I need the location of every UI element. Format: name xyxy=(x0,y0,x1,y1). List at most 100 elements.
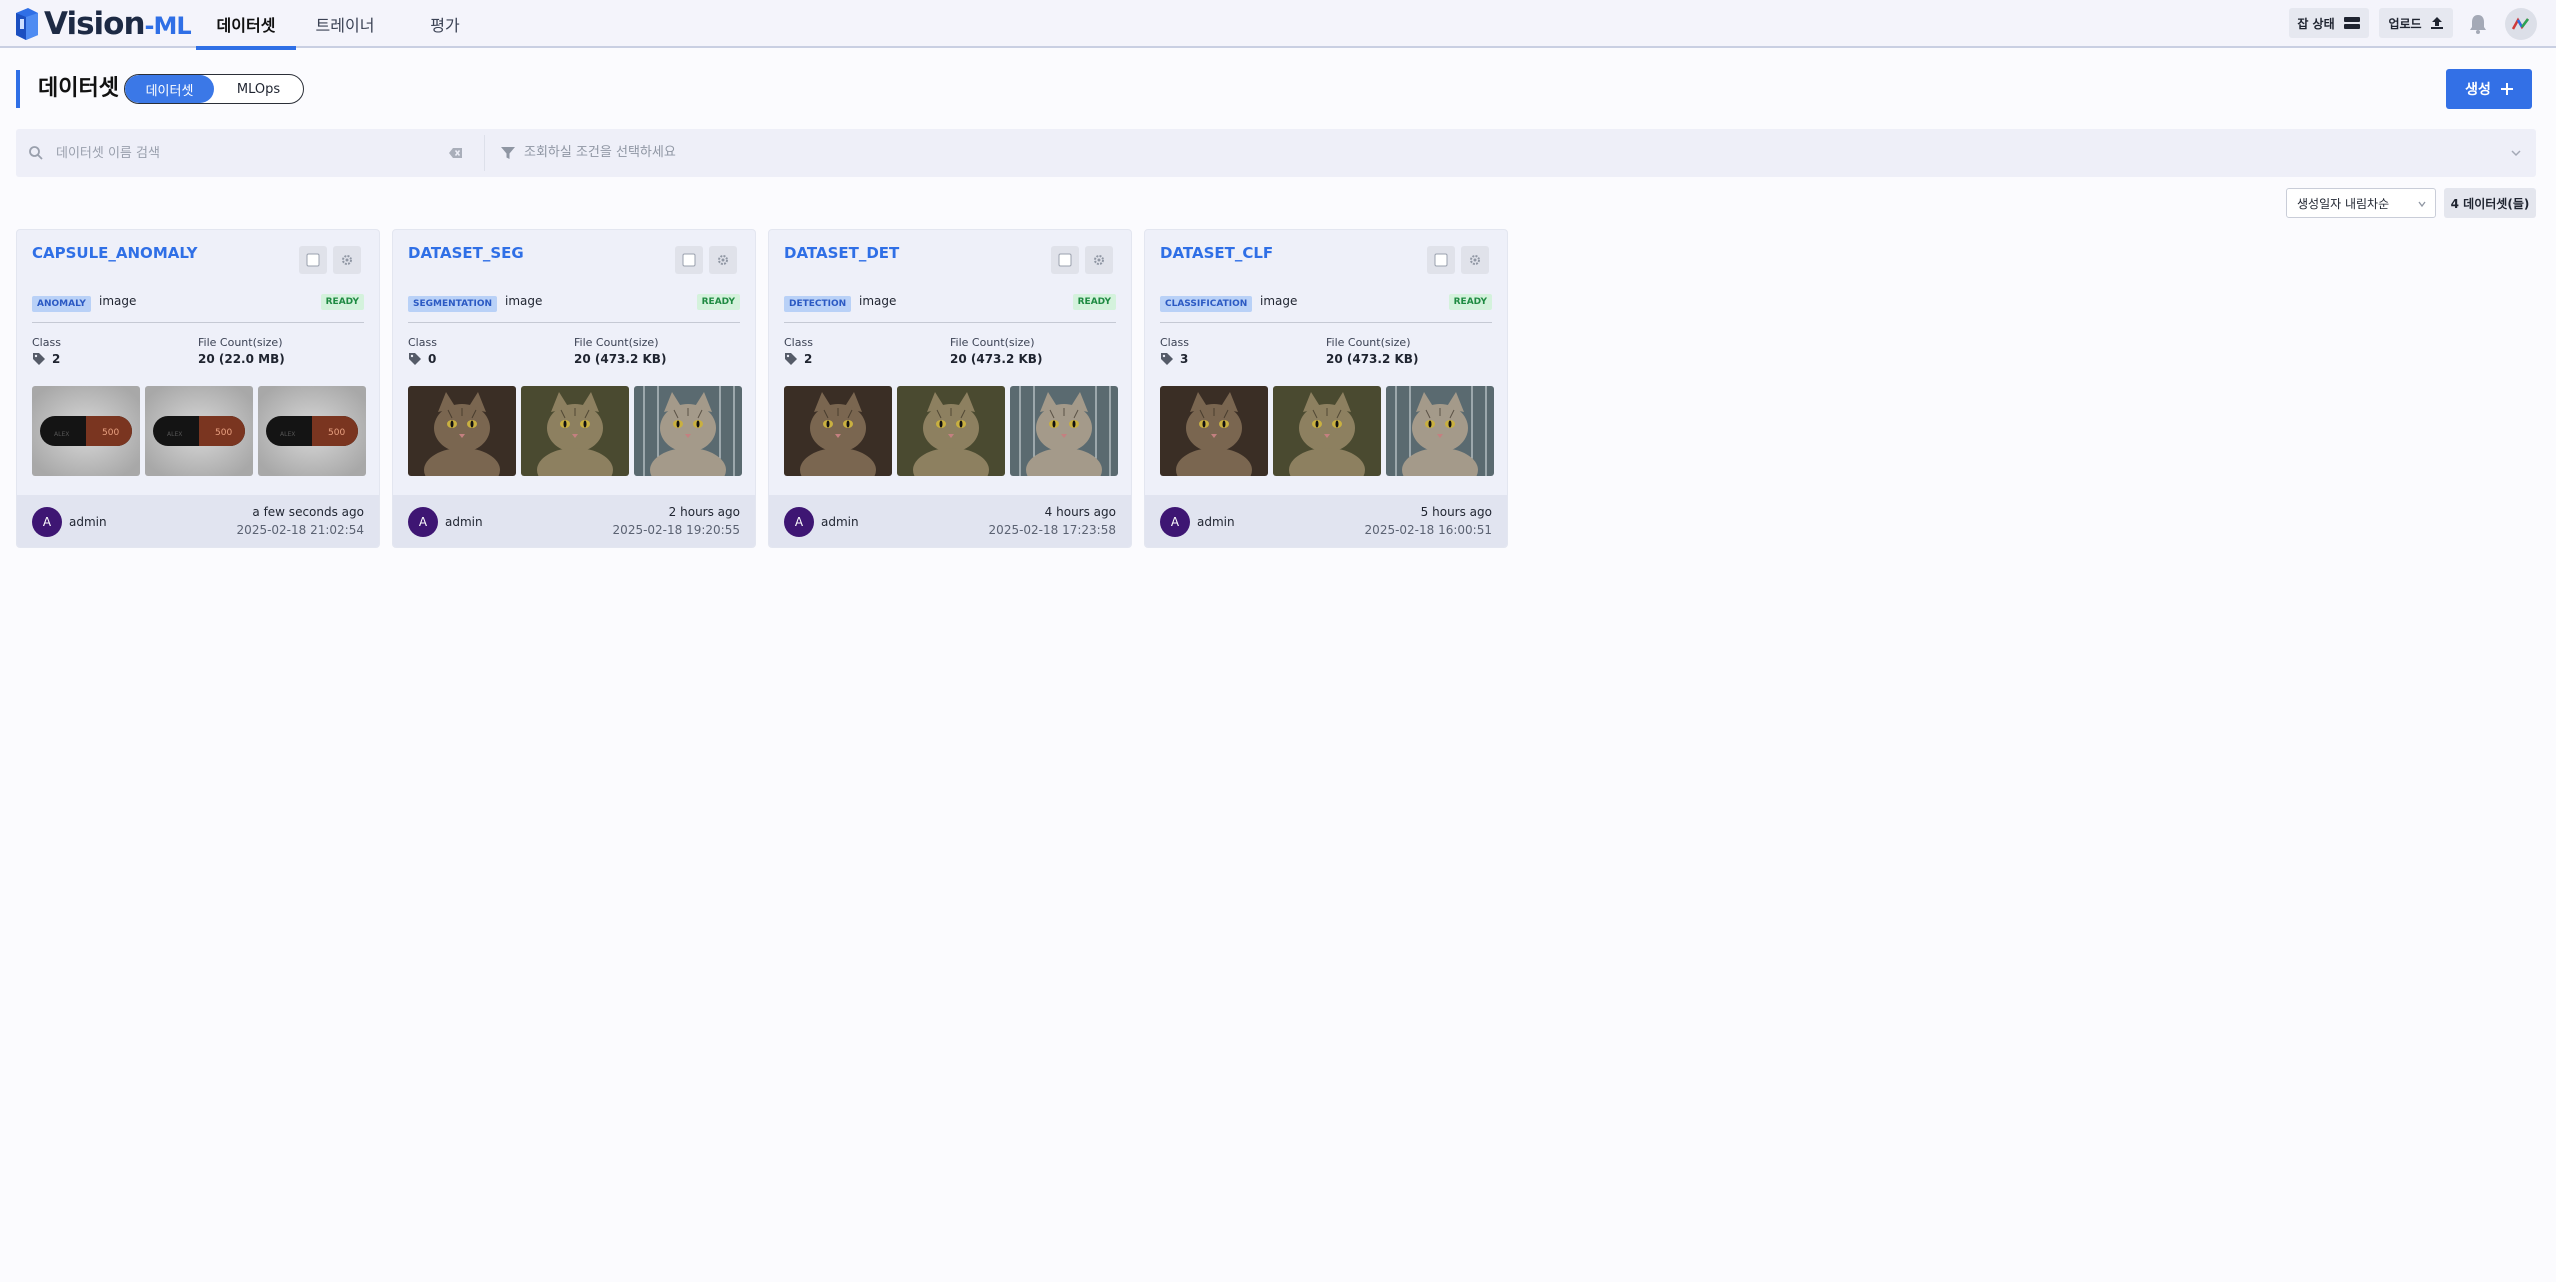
select-checkbox[interactable] xyxy=(1051,246,1079,274)
class-count-value: 3 xyxy=(1180,352,1189,366)
cat-thumbnail[interactable] xyxy=(408,386,516,476)
class-label: Class xyxy=(32,336,61,349)
plus-icon xyxy=(2500,83,2513,95)
card-divider xyxy=(408,322,740,323)
card-divider xyxy=(784,322,1116,323)
modality-label: image xyxy=(505,294,543,308)
nav-tab-evaluation[interactable]: 평가 xyxy=(410,0,480,48)
dataset-title[interactable]: CAPSULE_ANOMALY xyxy=(32,244,197,262)
dataset-card[interactable]: CAPSULE_ANOMALY ANOMALY image READY Clas… xyxy=(16,229,380,548)
create-button[interactable]: 생성 xyxy=(2446,69,2532,109)
dataset-title[interactable]: DATASET_SEG xyxy=(408,244,524,262)
task-type-badge: SEGMENTATION xyxy=(408,296,498,312)
relative-time: 4 hours ago xyxy=(1044,505,1116,519)
thumbnail-strip: 500 ALEX 500 ALEX 500 ALEX xyxy=(32,386,366,476)
cat-thumbnail[interactable] xyxy=(1273,386,1381,476)
file-count-value: 20 (473.2 KB) xyxy=(574,352,667,366)
owner-name: admin xyxy=(69,515,107,529)
capsule-thumbnail[interactable]: 500 ALEX xyxy=(32,386,140,476)
nav-tab-datasets[interactable]: 데이터셋 xyxy=(196,0,296,50)
class-count-value: 0 xyxy=(428,352,437,366)
relative-time: 5 hours ago xyxy=(1420,505,1492,519)
svg-text:500: 500 xyxy=(102,428,119,438)
filter-condition-select[interactable]: 조회하실 조건을 선택하세요 xyxy=(524,129,676,177)
cat-thumbnail[interactable] xyxy=(634,386,742,476)
dataset-settings-button[interactable] xyxy=(1461,246,1489,274)
app-logo[interactable]: Vision-ML xyxy=(14,6,192,42)
toggle-datasets[interactable]: 데이터셋 xyxy=(125,75,214,103)
task-type-badge: DETECTION xyxy=(784,296,852,312)
task-type-badge: CLASSIFICATION xyxy=(1160,296,1253,312)
task-type-badge: ANOMALY xyxy=(32,296,91,312)
dataset-title[interactable]: DATASET_DET xyxy=(784,244,899,262)
chevron-down-icon[interactable] xyxy=(2510,147,2522,159)
relative-time: a few seconds ago xyxy=(252,505,364,519)
job-status-button[interactable]: 잡 상태 xyxy=(2289,8,2369,38)
select-checkbox[interactable] xyxy=(1427,246,1455,274)
thumbnail-strip xyxy=(408,386,742,476)
card-footer: A admin a few seconds ago 2025-02-18 21:… xyxy=(17,495,379,547)
select-checkbox[interactable] xyxy=(675,246,703,274)
toggle-mlops[interactable]: MLOps xyxy=(214,75,303,103)
logo-cube-icon xyxy=(16,8,38,40)
tag-icon xyxy=(785,353,797,365)
file-count-label: File Count(size) xyxy=(950,336,1035,349)
file-count-label: File Count(size) xyxy=(1326,336,1411,349)
dataset-settings-button[interactable] xyxy=(1085,246,1113,274)
select-checkbox[interactable] xyxy=(299,246,327,274)
class-label: Class xyxy=(1160,336,1189,349)
dataset-search-input[interactable] xyxy=(56,139,456,167)
owner-avatar: A xyxy=(784,507,814,537)
view-toggle: 데이터셋 MLOps xyxy=(124,74,304,104)
file-count-label: File Count(size) xyxy=(574,336,659,349)
sort-order-value: 생성일자 내림차순 xyxy=(2297,196,2390,211)
class-label: Class xyxy=(784,336,813,349)
cat-thumbnail[interactable] xyxy=(1010,386,1118,476)
owner-avatar: A xyxy=(1160,507,1190,537)
class-count: 2 xyxy=(784,352,812,366)
checkbox-icon xyxy=(306,253,320,267)
sort-order-select[interactable]: 생성일자 내림차순 xyxy=(2286,188,2436,218)
nav-tab-trainer[interactable]: 트레이너 xyxy=(300,0,390,48)
cat-thumbnail[interactable] xyxy=(521,386,629,476)
upload-label: 업로드 xyxy=(2388,16,2422,31)
class-count-value: 2 xyxy=(52,352,61,366)
gear-icon xyxy=(1470,255,1480,265)
clear-search-icon[interactable] xyxy=(448,145,464,161)
created-timestamp: 2025-02-18 19:20:55 xyxy=(612,523,740,537)
class-count-value: 2 xyxy=(804,352,813,366)
upload-icon xyxy=(2430,17,2443,29)
filter-funnel-icon xyxy=(501,147,515,159)
file-count-value: 20 (473.2 KB) xyxy=(950,352,1043,366)
status-badge: READY xyxy=(1448,294,1492,310)
thumbnail-strip xyxy=(784,386,1118,476)
cat-thumbnail[interactable] xyxy=(784,386,892,476)
user-menu-avatar[interactable] xyxy=(2505,8,2537,40)
dataset-card[interactable]: DATASET_SEG SEGMENTATION image READY Cla… xyxy=(392,229,756,548)
gear-icon xyxy=(342,255,352,265)
svg-text:500: 500 xyxy=(215,428,232,438)
cat-thumbnail[interactable] xyxy=(897,386,1005,476)
gear-icon xyxy=(718,255,728,265)
created-timestamp: 2025-02-18 21:02:54 xyxy=(236,523,364,537)
cat-thumbnail[interactable] xyxy=(1160,386,1268,476)
dataset-settings-button[interactable] xyxy=(333,246,361,274)
upload-button[interactable]: 업로드 xyxy=(2379,8,2453,38)
capsule-thumbnail[interactable]: 500 ALEX xyxy=(145,386,253,476)
notification-bell-icon[interactable] xyxy=(2466,12,2490,36)
dataset-settings-button[interactable] xyxy=(709,246,737,274)
job-status-label: 잡 상태 xyxy=(2297,16,2335,31)
tag-icon xyxy=(33,353,45,365)
top-navigation: Vision-ML 데이터셋 트레이너 평가 잡 상태 업로드 xyxy=(0,0,2556,50)
dataset-card[interactable]: DATASET_DET DETECTION image READY Class … xyxy=(768,229,1132,548)
capsule-thumbnail[interactable]: 500 ALEX xyxy=(258,386,366,476)
page-title: 데이터셋 xyxy=(38,76,119,101)
class-label: Class xyxy=(408,336,437,349)
dataset-title[interactable]: DATASET_CLF xyxy=(1160,244,1273,262)
checkbox-icon xyxy=(682,253,696,267)
file-count-label: File Count(size) xyxy=(198,336,283,349)
cat-thumbnail[interactable] xyxy=(1386,386,1494,476)
dataset-card[interactable]: DATASET_CLF CLASSIFICATION image READY C… xyxy=(1144,229,1508,548)
status-badge: READY xyxy=(696,294,740,310)
tag-icon xyxy=(409,353,421,365)
